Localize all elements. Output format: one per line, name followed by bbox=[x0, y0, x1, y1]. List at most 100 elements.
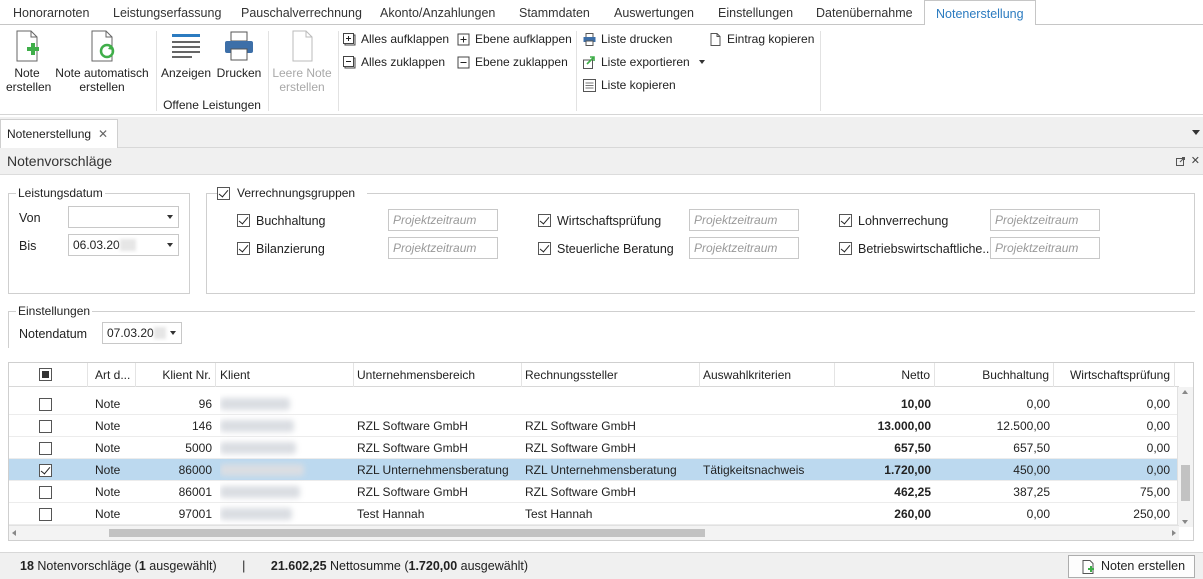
row-checkbox[interactable] bbox=[39, 486, 52, 499]
noten-erstellen-button[interactable]: Noten erstellen bbox=[1068, 555, 1195, 578]
col-header-unternehmensbereich[interactable]: Unternehmensbereich bbox=[354, 363, 522, 387]
cell-buchhaltung: 657,50 bbox=[1013, 441, 1050, 455]
betriebswirtschaftliche-projektzeitraum-input[interactable]: Projektzeitraum bbox=[990, 237, 1100, 259]
close-panel-icon[interactable]: ✕ bbox=[1191, 148, 1200, 175]
betriebswirtschaftliche-checkbox[interactable] bbox=[839, 242, 852, 255]
cell-netto: 13.000,00 bbox=[877, 419, 931, 433]
redacted-client-name bbox=[220, 508, 292, 520]
cell-auswahlkriterien: Tätigkeitsnachweis bbox=[703, 463, 805, 477]
select-all-checkbox[interactable] bbox=[39, 368, 52, 381]
eintrag-kopieren-button[interactable]: Eintrag kopieren bbox=[707, 30, 814, 48]
steuerliche-beratung-projektzeitraum-input[interactable]: Projektzeitraum bbox=[689, 237, 799, 259]
scroll-down-arrow-icon[interactable] bbox=[1182, 520, 1188, 524]
table-row[interactable]: Note 5000 RZL Software GmbH RZL Software Gm… bbox=[9, 437, 1179, 459]
doc-tab-notenerstellung[interactable]: Notenerstellung ✕ bbox=[0, 119, 118, 148]
horizontal-scrollbar[interactable] bbox=[9, 525, 1179, 540]
note-automatisch-button[interactable]: Note automatisch erstellen bbox=[52, 29, 152, 94]
liste-kopieren-button[interactable]: Liste kopieren bbox=[581, 76, 676, 94]
col-header-rechnungssteller[interactable]: Rechnungssteller bbox=[522, 363, 700, 387]
panel-header: Notenvorschläge ✕ bbox=[0, 148, 1203, 175]
row-checkbox[interactable] bbox=[39, 398, 52, 411]
alles-zuklappen-button[interactable]: Alles zuklappen bbox=[341, 53, 445, 71]
tab-honorarnoten[interactable]: Honorarnoten bbox=[13, 0, 89, 25]
buchhaltung-checkbox[interactable] bbox=[237, 214, 250, 227]
tab-einstellungen[interactable]: Einstellungen bbox=[718, 0, 793, 25]
table-row[interactable]: Note 97001 Test Hannah Test Hannah 260,00 0,0… bbox=[9, 503, 1179, 525]
tab-leistungserfassung[interactable]: Leistungserfassung bbox=[113, 0, 221, 25]
wirtschaftspruefung-checkbox[interactable] bbox=[538, 214, 551, 227]
lohnverrechung-checkbox[interactable] bbox=[839, 214, 852, 227]
notenvorschlaege-table: Art d... Klient Nr. Klient Unternehmensb… bbox=[8, 362, 1194, 541]
dropdown-arrow-icon[interactable] bbox=[170, 331, 176, 335]
redacted-client-name bbox=[220, 442, 296, 454]
liste-drucken-button[interactable]: Liste drucken bbox=[581, 30, 672, 48]
panel-title: Notenvorschläge bbox=[7, 153, 113, 169]
row-checkbox[interactable] bbox=[39, 464, 52, 477]
von-date-field[interactable] bbox=[68, 206, 179, 228]
table-row[interactable]: Note 146 RZL Software GmbH RZL Software Gmb… bbox=[9, 415, 1179, 437]
row-checkbox[interactable] bbox=[39, 442, 52, 455]
scroll-up-arrow-icon[interactable] bbox=[1182, 390, 1188, 394]
drucken-button[interactable]: Drucken bbox=[214, 29, 264, 80]
col-header-wirtschaftspruefung[interactable]: Wirtschaftsprüfung bbox=[1054, 363, 1175, 387]
tab-pauschalverrechnung[interactable]: Pauschalverrechnung bbox=[241, 0, 362, 25]
select-all-header[interactable] bbox=[9, 363, 88, 387]
col-header-klient[interactable]: Klient bbox=[216, 363, 354, 387]
anzeigen-button[interactable]: Anzeigen bbox=[160, 29, 212, 80]
tab-stammdaten[interactable]: Stammdaten bbox=[519, 0, 590, 25]
bilanzierung-projektzeitraum-input[interactable]: Projektzeitraum bbox=[388, 237, 498, 259]
table-row[interactable]: Note 86001 RZL Software GmbH RZL Software G… bbox=[9, 481, 1179, 503]
cell-netto: 260,00 bbox=[894, 507, 931, 521]
note-erstellen-button[interactable]: Note erstellen bbox=[6, 29, 51, 94]
wirtschaftspruefung-projektzeitraum-input[interactable]: Projektzeitraum bbox=[689, 209, 799, 231]
alles-aufklappen-button[interactable]: Alles aufklappen bbox=[341, 30, 449, 48]
tab-overflow-chevron-icon[interactable] bbox=[1192, 130, 1200, 135]
cell-art: Note bbox=[95, 397, 121, 411]
tab-auswertungen[interactable]: Auswertungen bbox=[614, 0, 694, 25]
scroll-left-arrow-icon[interactable] bbox=[12, 530, 16, 536]
table-row[interactable]: Note 96 10,00 0,00 0,00 bbox=[9, 393, 1179, 415]
anzeigen-label: Anzeigen bbox=[160, 66, 212, 80]
cell-art: Note bbox=[95, 507, 121, 521]
dropdown-arrow-icon[interactable] bbox=[167, 215, 173, 219]
col-header-klient-nr[interactable]: Klient Nr. bbox=[136, 363, 216, 387]
leistungsdatum-legend: Leistungsdatum bbox=[16, 186, 105, 200]
cell-klient-nr: 97001 bbox=[178, 507, 212, 521]
leere-note-button[interactable]: Leere Note erstellen bbox=[270, 29, 334, 94]
horizontal-scroll-thumb[interactable] bbox=[109, 529, 705, 537]
cell-klient bbox=[220, 437, 350, 459]
bis-date-field[interactable]: 06.03.20 bbox=[68, 234, 179, 256]
verrechnungsgruppen-checkbox[interactable] bbox=[217, 187, 230, 200]
bilanzierung-checkbox[interactable] bbox=[237, 242, 250, 255]
row-checkbox[interactable] bbox=[39, 420, 52, 433]
vertical-scroll-thumb[interactable] bbox=[1181, 465, 1190, 501]
verrechnungsgruppen-toggle[interactable]: Verrechnungsgruppen bbox=[217, 186, 367, 202]
tab-akonto[interactable]: Akonto/Anzahlungen bbox=[380, 0, 495, 25]
row-checkbox[interactable] bbox=[39, 508, 52, 521]
col-header-netto[interactable]: Netto bbox=[835, 363, 935, 387]
cell-wirtschaftspruefung: 0,00 bbox=[1146, 441, 1170, 455]
table-row[interactable]: Note 86000 RZL Unternehmensberatung RZL Unt… bbox=[9, 459, 1179, 481]
tab-datenuebernahme[interactable]: Datenübernahme bbox=[816, 0, 913, 25]
col-header-art[interactable]: Art d... bbox=[88, 363, 136, 387]
notendatum-field[interactable]: 07.03.20 bbox=[102, 322, 182, 344]
col-header-auswahlkriterien[interactable]: Auswahlkriterien bbox=[700, 363, 835, 387]
tab-notenerstellung[interactable]: Notenerstellung bbox=[924, 0, 1036, 26]
offene-leistungen-group-label: Offene Leistungen bbox=[163, 98, 261, 112]
scroll-right-arrow-icon[interactable] bbox=[1172, 530, 1176, 536]
cell-klient bbox=[220, 459, 350, 481]
steuerliche-beratung-checkbox[interactable] bbox=[538, 242, 551, 255]
liste-exportieren-button[interactable]: Liste exportieren bbox=[581, 53, 706, 71]
liste-exportieren-label: Liste exportieren bbox=[601, 55, 690, 69]
document-tab-bar: Notenerstellung ✕ bbox=[0, 117, 1203, 148]
cell-unternehmensbereich: RZL Software GmbH bbox=[357, 441, 468, 455]
lohnverrechung-projektzeitraum-input[interactable]: Projektzeitraum bbox=[990, 209, 1100, 231]
col-header-buchhaltung[interactable]: Buchhaltung bbox=[935, 363, 1054, 387]
popout-icon[interactable] bbox=[1176, 157, 1185, 166]
dropdown-arrow-icon[interactable] bbox=[167, 243, 173, 247]
close-icon[interactable]: ✕ bbox=[98, 120, 108, 148]
ebene-aufklappen-button[interactable]: Ebene aufklappen bbox=[455, 30, 572, 48]
ebene-zuklappen-button[interactable]: Ebene zuklappen bbox=[455, 53, 568, 71]
vertical-scrollbar[interactable] bbox=[1177, 387, 1193, 527]
buchhaltung-projektzeitraum-input[interactable]: Projektzeitraum bbox=[388, 209, 498, 231]
